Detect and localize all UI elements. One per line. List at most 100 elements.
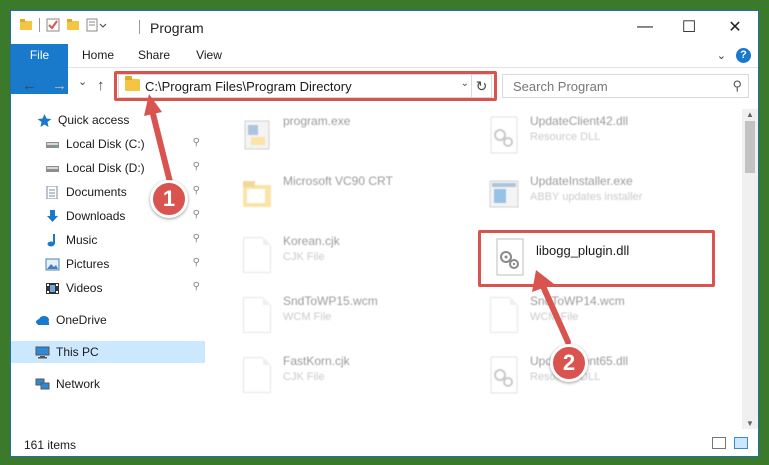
file-icon [241, 355, 273, 395]
sidebar-item-network[interactable]: Network [11, 373, 205, 395]
item-count: 161 items [24, 438, 77, 452]
documents-icon [46, 185, 58, 199]
music-icon [47, 233, 55, 246]
pin-icon[interactable]: ⚲ [193, 257, 200, 268]
drive-icon [46, 141, 59, 148]
pin-icon[interactable]: ⚲ [193, 161, 200, 172]
file-item[interactable]: program.exe [241, 111, 491, 161]
dll-icon [490, 356, 518, 394]
search-box[interactable]: Search Program ⚲ [502, 74, 749, 98]
search-icon[interactable]: ⚲ [732, 78, 742, 94]
network-icon [35, 378, 50, 389]
window-title: Program [150, 20, 204, 36]
file-name: FastKorn.cjk [283, 354, 350, 368]
back-button[interactable]: ← [22, 77, 37, 94]
maximize-button[interactable]: ☐ [666, 11, 712, 43]
file-name: SndToWP15.wcm [283, 294, 378, 308]
properties-icon[interactable] [46, 18, 60, 32]
file-type: Resource DLL [530, 131, 601, 143]
pin-icon[interactable]: ⚲ [193, 209, 200, 220]
title-bar: Program — ☐ ✕ [11, 11, 758, 43]
file-item[interactable]: SndToWP15.wcm WCM File [241, 291, 491, 341]
minimize-button[interactable]: — [622, 11, 668, 43]
download-icon [47, 209, 58, 222]
callout-badge-1: 1 [150, 180, 188, 218]
sidebar-item-label: Documents [66, 185, 127, 199]
sidebar-item-label: Local Disk (D:) [66, 161, 145, 175]
sidebar-item-label: Videos [66, 281, 103, 295]
up-button[interactable]: ↑ [97, 77, 105, 94]
pin-icon[interactable]: ⚲ [193, 233, 200, 244]
file-item[interactable]: Korean.cjk CJK File [241, 231, 491, 281]
file-name: UpdateClient42.dll [530, 114, 629, 128]
pin-icon[interactable]: ⚲ [193, 185, 200, 196]
sidebar-item-label: Music [66, 233, 98, 247]
file-item[interactable]: Microsoft VC90 CRT [241, 171, 491, 221]
sidebar-item-label: Quick access [58, 113, 130, 127]
sidebar-item-label: Pictures [66, 257, 110, 271]
sidebar-item-label: Downloads [66, 209, 126, 223]
file-name: UpdateInstaller.exe [530, 174, 633, 188]
file-icon [241, 295, 273, 335]
help-icon[interactable]: ? [736, 48, 751, 63]
forward-button[interactable]: → [52, 77, 67, 94]
details-view-icon[interactable] [712, 437, 726, 449]
recent-locations-button[interactable]: ⌄ [78, 75, 87, 88]
file-type: ABBY updates installer [530, 191, 643, 203]
sidebar-item-label: Network [56, 377, 101, 391]
sidebar-item-pictures[interactable]: Pictures ⚲ [11, 253, 205, 275]
title-divider [139, 20, 140, 34]
file-highlight-box [478, 230, 715, 287]
star-icon [37, 113, 52, 127]
callout-arrow-1 [144, 94, 173, 185]
quick-access-toolbar [19, 18, 108, 32]
file-type: WCM File [283, 311, 332, 323]
new-folder-icon[interactable] [66, 18, 80, 32]
search-input[interactable]: Search Program [513, 79, 608, 94]
callout-badge-2: 2 [550, 344, 588, 382]
pictures-icon [45, 258, 60, 270]
tab-home[interactable]: Home [73, 44, 123, 67]
callout-arrow-2 [532, 270, 571, 345]
ribbon-tabs: File Home Share View ⌄ ? [11, 44, 758, 94]
folder-icon [20, 19, 32, 30]
sidebar-item-this-pc[interactable]: This PC [11, 341, 205, 363]
file-icon [241, 235, 273, 275]
file-type: CJK File [283, 251, 325, 263]
file-name: Korean.cjk [283, 234, 340, 248]
sidebar-item-label: Local Disk (C:) [66, 137, 145, 151]
sidebar-item-onedrive[interactable]: OneDrive [11, 309, 205, 331]
installer-icon [489, 180, 519, 208]
tab-view[interactable]: View [186, 44, 232, 67]
file-explorer-window: Program — ☐ ✕ File Home Share View ⌄ ? ←… [10, 10, 759, 457]
pin-icon[interactable]: ⚲ [193, 137, 200, 148]
ribbon-collapse-icon[interactable]: ⌄ [717, 49, 726, 62]
file-item[interactable]: UpdateClient65.dll Resource DLL [488, 351, 738, 401]
scroll-down-icon[interactable]: ▼ [742, 419, 758, 428]
dll-icon [490, 116, 518, 154]
file-name: program.exe [283, 114, 351, 128]
file-type: CJK File [283, 371, 325, 383]
customize-toolbar-icon[interactable] [86, 18, 108, 32]
sidebar-item-videos[interactable]: Videos ⚲ [11, 277, 205, 299]
file-item[interactable]: FastKorn.cjk CJK File [241, 351, 491, 401]
file-icon [488, 295, 520, 335]
scroll-up-icon[interactable]: ▲ [742, 110, 758, 119]
drive-icon [46, 165, 59, 172]
scrollbar-thumb[interactable] [745, 121, 755, 173]
file-name: Microsoft VC90 CRT [283, 174, 393, 188]
vertical-scrollbar[interactable]: ▲ ▼ [742, 109, 758, 429]
status-bar: 161 items [11, 433, 758, 456]
tab-share[interactable]: Share [129, 44, 179, 67]
large-icons-view-icon[interactable] [734, 437, 748, 449]
sidebar-item-label: This PC [56, 345, 99, 359]
pin-icon[interactable]: ⚲ [193, 281, 200, 292]
view-switcher [712, 437, 748, 449]
sidebar-item-label: OneDrive [56, 313, 107, 327]
file-item[interactable]: UpdateClient42.dll Resource DLL [488, 111, 738, 161]
sidebar-item-music[interactable]: Music ⚲ [11, 229, 205, 251]
file-item[interactable]: SndToWP14.wcm WCM File [488, 291, 738, 341]
cloud-icon [36, 315, 49, 325]
file-item[interactable]: UpdateInstaller.exe ABBY updates install… [488, 171, 738, 221]
close-button[interactable]: ✕ [712, 11, 758, 43]
